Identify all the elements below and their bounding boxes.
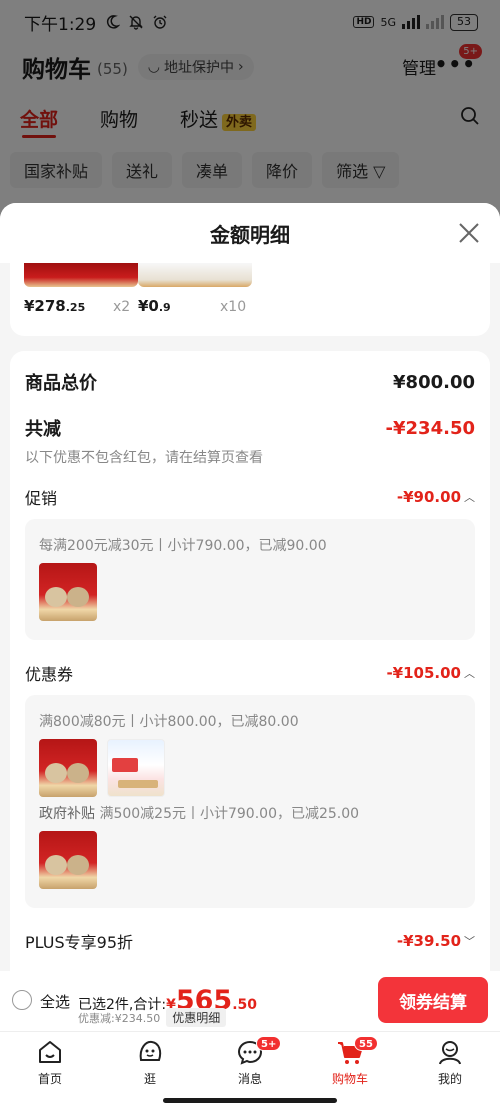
message-badge: 5+ <box>256 1036 282 1051</box>
sheet-title: 金额明细 <box>210 222 290 247</box>
product-thumbnail[interactable] <box>138 263 252 287</box>
cart-badge: 55 <box>354 1036 378 1051</box>
nav-home[interactable]: 首页 <box>10 1038 90 1087</box>
reduce-label: 共减 <box>25 419 61 440</box>
promo-rule: 每满200元减30元丨小计790.00，已减90.00 <box>39 538 327 554</box>
selected-items-card: ¥278.25 x2 ¥0.9 x10 <box>10 263 490 336</box>
promo-label: 促销 <box>25 489 58 508</box>
coupon-label: 优惠券 <box>25 665 74 684</box>
close-icon[interactable] <box>458 222 480 244</box>
total-value: ¥800.00 <box>393 371 475 393</box>
reduce-row: 共减 -¥234.50 <box>25 415 475 441</box>
discount-text: 优惠减:¥234.50 <box>78 1011 161 1025</box>
plus-label: PLUS专享95折 <box>25 933 133 952</box>
checkout-button[interactable]: 领券结算 <box>378 977 488 1023</box>
subsidy-rule: 政府补贴 满500减25元丨小计790.00，已减25.00 <box>39 806 360 822</box>
explore-face-icon <box>139 1040 162 1061</box>
coupon-detail-box: 满800减80元丨小计800.00，已减80.00 政府补贴 满500减25元丨… <box>25 695 475 908</box>
nav-label: 我的 <box>437 1072 462 1086</box>
item-qty: x10 <box>220 299 247 315</box>
plus-value: -¥39.50 <box>396 932 461 950</box>
nav-label: 消息 <box>237 1072 262 1086</box>
nav-label: 购物车 <box>331 1072 368 1086</box>
nav-explore[interactable]: 逛 <box>110 1038 190 1087</box>
select-all-label[interactable]: 全选 <box>40 991 70 1012</box>
subsidy-tag: 政府补贴 <box>39 806 95 822</box>
product-thumbnail[interactable] <box>39 831 97 889</box>
nav-cart[interactable]: 购物车 55 <box>310 1036 390 1087</box>
nav-messages[interactable]: 消息 5+ <box>210 1036 290 1087</box>
product-thumbnail[interactable] <box>39 739 97 797</box>
chevron-up-icon: ︿ <box>464 491 475 504</box>
profile-icon <box>439 1041 461 1065</box>
nav-label: 首页 <box>37 1072 62 1086</box>
product-thumbnail[interactable] <box>24 263 138 287</box>
promo-value: -¥90.00 <box>396 488 461 506</box>
item-price: ¥0.9 <box>138 297 171 315</box>
product-thumbnail[interactable] <box>39 563 97 621</box>
chevron-down-icon: ﹀ <box>464 935 475 948</box>
coupon-row[interactable]: 优惠券 -¥105.00 ︿ <box>25 661 475 685</box>
checkout-bar: 全选 已选2件,合计: ¥565.50 优惠减:¥234.50 优惠明细 领券结… <box>0 971 500 1031</box>
amount-detail-card: 商品总价 ¥800.00 共减 -¥234.50 以下优惠不包含红包，请在结算页… <box>10 351 490 971</box>
amount-detail-sheet: 金额明细 ¥278.25 x2 ¥0.9 x10 商品总价 ¥800.00 共减… <box>0 203 500 971</box>
coupon-value: -¥105.00 <box>386 664 461 682</box>
product-thumbnail[interactable] <box>107 739 165 797</box>
total-row: 商品总价 ¥800.00 <box>25 369 475 395</box>
item-price: ¥278.25 <box>24 297 86 315</box>
reduce-value: -¥234.50 <box>385 417 475 439</box>
nav-label: 逛 <box>143 1072 156 1086</box>
nav-profile[interactable]: 我的 <box>410 1038 490 1087</box>
promo-detail-box: 每满200元减30元丨小计790.00，已减90.00 <box>25 519 475 640</box>
sheet-header: 金额明细 <box>0 203 500 263</box>
reduce-note: 以下优惠不包含红包，请在结算页查看 <box>25 450 263 466</box>
discount-detail-button[interactable]: 优惠明细 <box>166 1008 227 1027</box>
home-indicator[interactable] <box>163 1098 337 1103</box>
plus-row[interactable]: PLUS专享95折 -¥39.50 ﹀ <box>25 929 475 953</box>
coupon-rule: 满800减80元丨小计800.00，已减80.00 <box>39 714 299 730</box>
promo-row[interactable]: 促销 -¥90.00 ︿ <box>25 485 475 509</box>
item-qty: x2 <box>113 299 131 315</box>
chevron-up-icon: ︿ <box>464 667 475 680</box>
total-label: 商品总价 <box>25 373 97 394</box>
home-icon <box>39 1041 61 1063</box>
select-all-checkbox[interactable] <box>12 990 32 1010</box>
